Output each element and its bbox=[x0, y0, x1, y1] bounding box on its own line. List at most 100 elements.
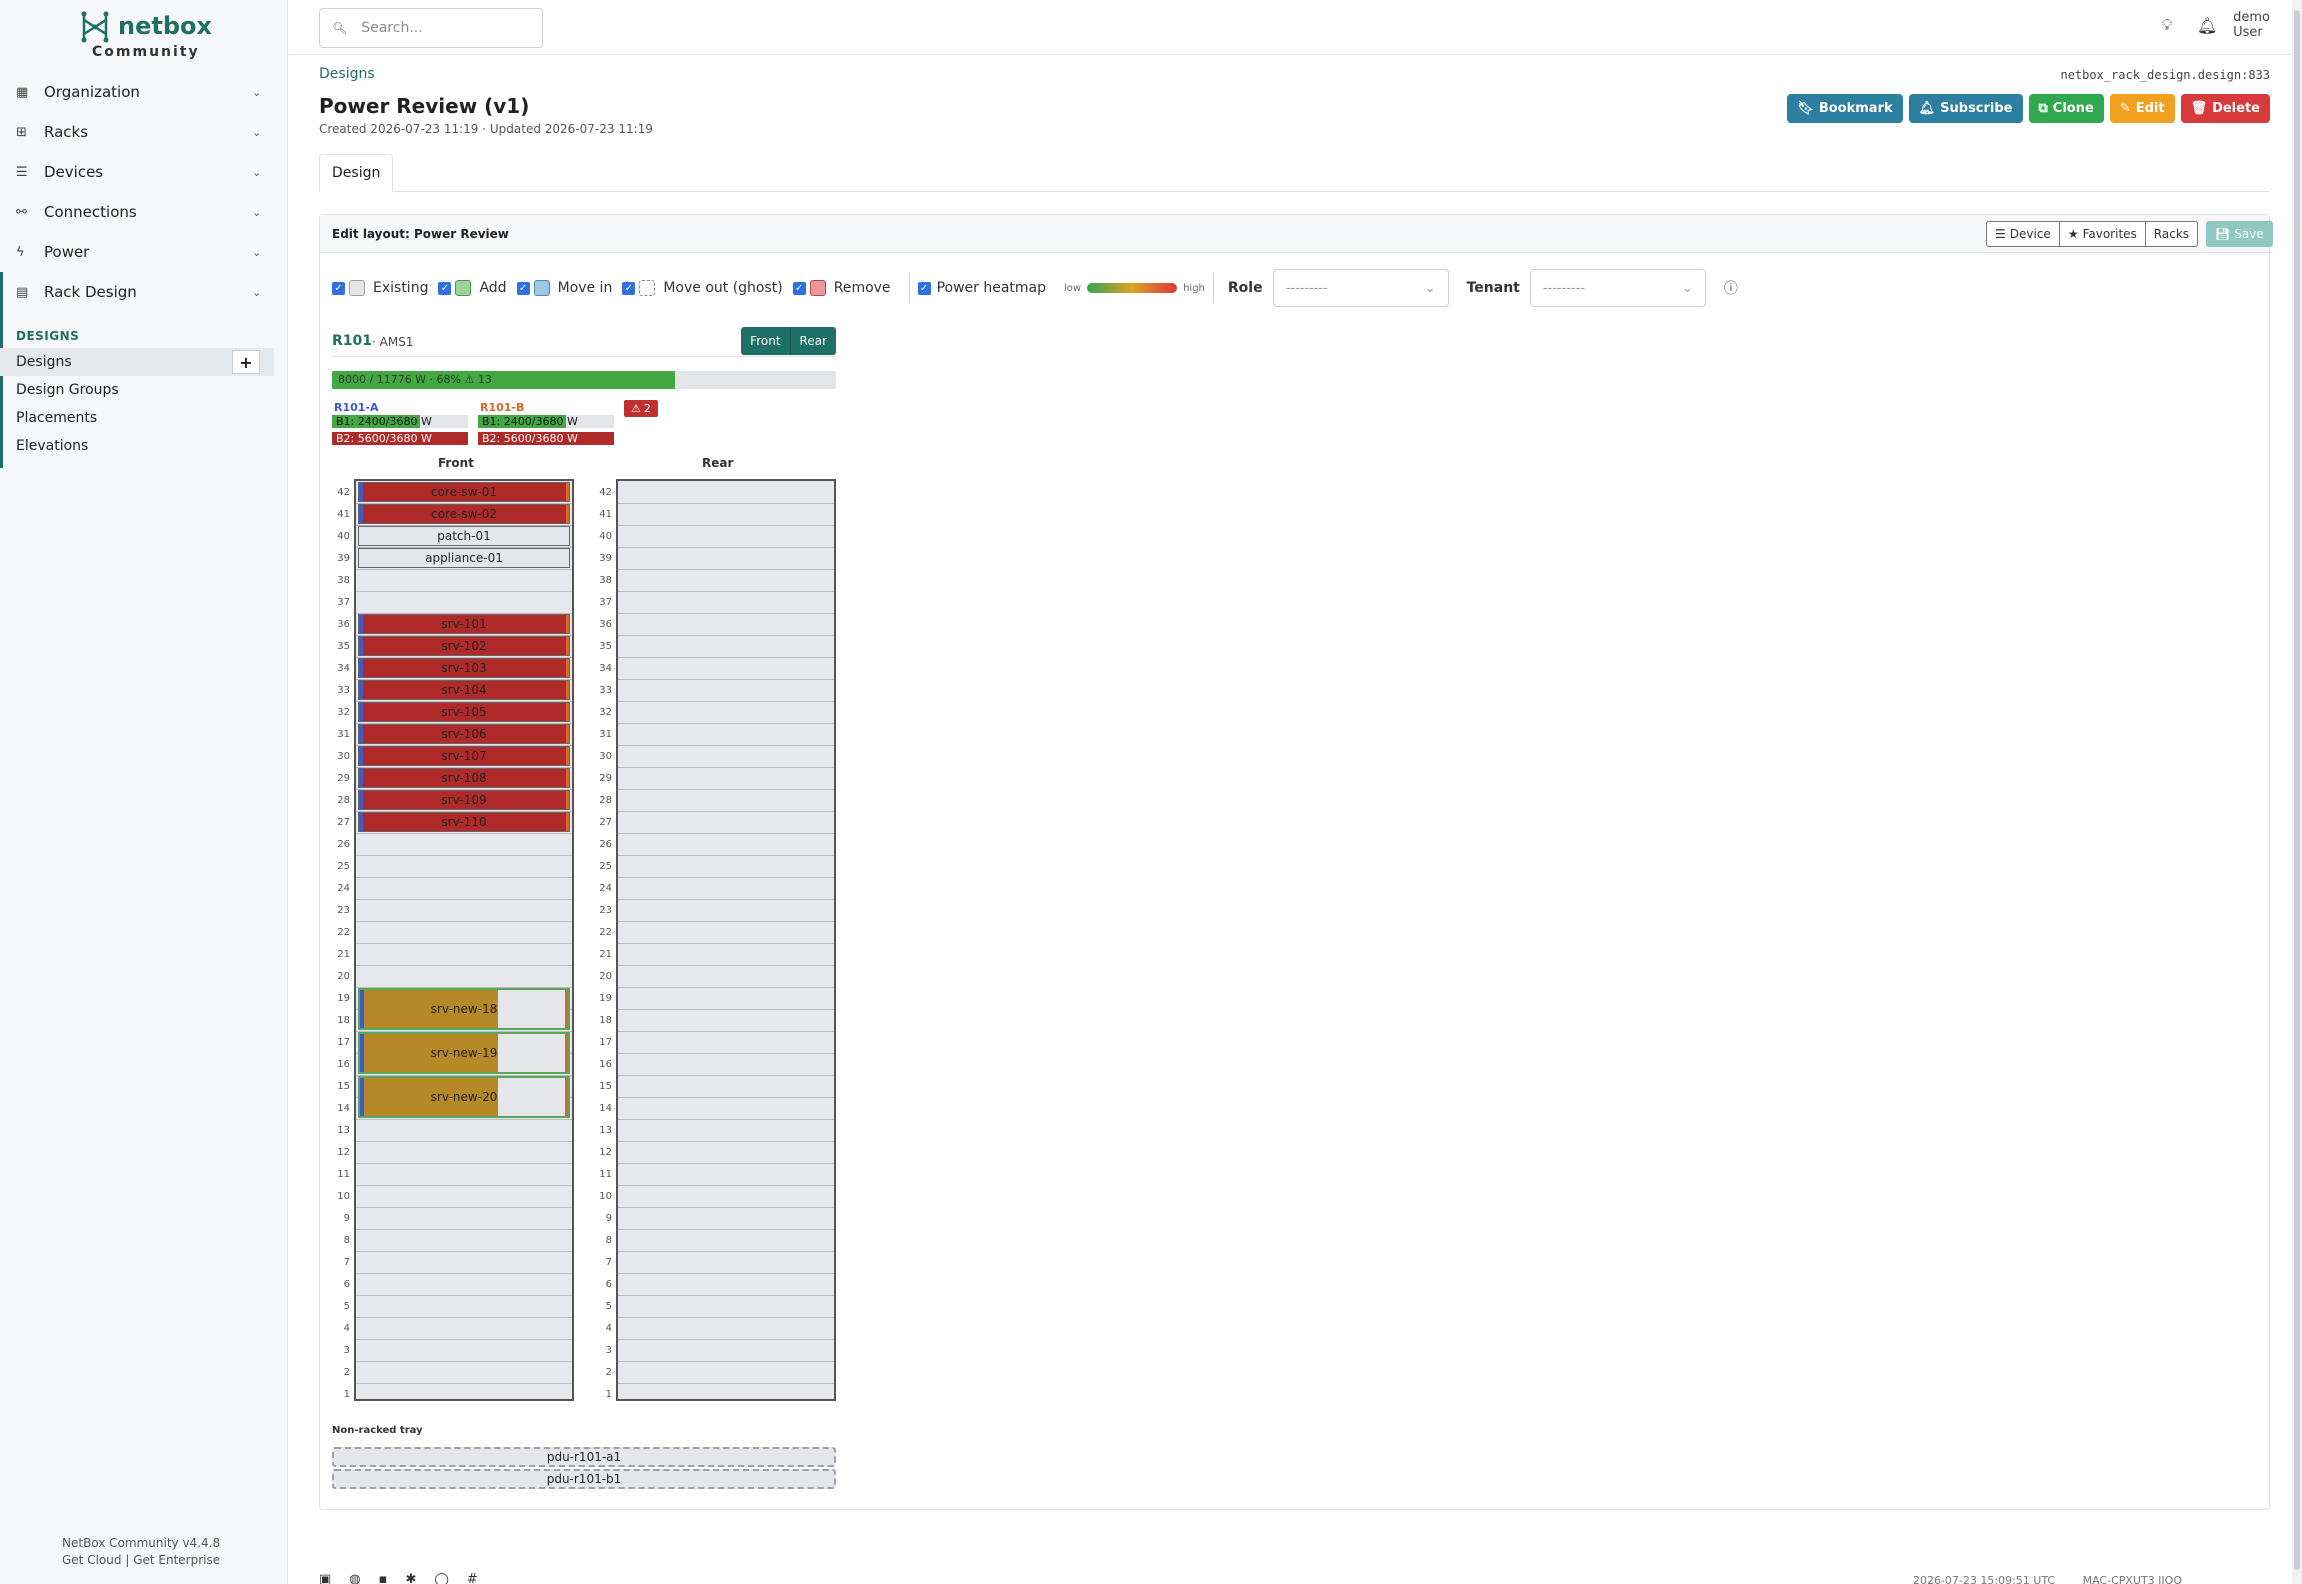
rack-device[interactable]: srv-110 bbox=[358, 812, 570, 832]
nav-section-rack-design[interactable]: ▤ Rack Design ⌄ bbox=[0, 272, 288, 312]
rack-device[interactable]: srv-106 bbox=[358, 724, 570, 744]
rear-face-button[interactable]: Rear bbox=[790, 327, 836, 355]
add-checkbox[interactable]: ✓ bbox=[438, 281, 452, 295]
card-header: Edit layout: Power Review ☰ Device ★ Favor… bbox=[320, 215, 2273, 253]
unit-number: 9 bbox=[343, 1213, 350, 1224]
object-actions: 🔖︎ Bookmark 🔔︎ Subscribe ⧉ Clone ✎ Edit 🗑︎ De… bbox=[1787, 94, 2270, 123]
feed-a-stripe bbox=[360, 1034, 364, 1072]
star-icon: ★ bbox=[2067, 227, 2079, 241]
rack-device[interactable]: srv-107 bbox=[358, 746, 570, 766]
docs-icon[interactable]: ▣ bbox=[319, 1572, 331, 1584]
nav-section-label: Racks bbox=[44, 123, 89, 141]
face-toggle: Front Rear bbox=[741, 327, 836, 355]
nav-section-organization[interactable]: ▦ Organization ⌄ bbox=[0, 72, 288, 112]
add-design-button[interactable]: + bbox=[232, 350, 260, 374]
power-warning-badge[interactable]: ⚠ 2 bbox=[624, 400, 658, 417]
tab-design[interactable]: Design bbox=[319, 154, 394, 192]
save-icon[interactable]: ▪ bbox=[379, 1572, 388, 1584]
rack-device[interactable]: appliance-01 bbox=[358, 548, 570, 568]
unit-divider bbox=[356, 1273, 572, 1274]
rack-rear-elevation[interactable] bbox=[616, 479, 836, 1401]
sidebar-item-label: Design Groups bbox=[16, 382, 119, 398]
front-face-button[interactable]: Front bbox=[741, 327, 791, 355]
rack-device[interactable]: srv-102 bbox=[358, 636, 570, 656]
tenant-select[interactable]: --------- ⌄ bbox=[1529, 269, 1706, 307]
delete-button[interactable]: 🗑︎ Delete bbox=[2180, 94, 2270, 123]
breadcrumb[interactable]: Designs bbox=[319, 66, 375, 82]
rack-device[interactable]: srv-108 bbox=[358, 768, 570, 788]
nav-section-power[interactable]: ϟ Power ⌄ bbox=[0, 232, 288, 272]
rack-device[interactable]: srv-105 bbox=[358, 702, 570, 722]
unit-divider bbox=[356, 899, 572, 900]
unit-number: 39 bbox=[337, 553, 350, 564]
sidebar: netbox Community ▦ Organization ⌄ ⊞ Rack… bbox=[0, 0, 288, 1584]
sidebar-item-label: Designs bbox=[16, 354, 72, 370]
unit-number: 38 bbox=[337, 575, 350, 586]
rack-header: R101 · AMS1 Front Rear bbox=[332, 327, 836, 357]
unit-number: 29 bbox=[337, 773, 350, 784]
lightbulb-icon[interactable]: 💡︎ bbox=[2147, 15, 2187, 35]
clone-button[interactable]: ⧉ Clone bbox=[2028, 94, 2104, 123]
rack-device[interactable]: srv-new-20 bbox=[358, 1076, 570, 1118]
netbox-logo[interactable]: netbox Community bbox=[78, 10, 218, 62]
get-cloud-link[interactable]: Get Cloud bbox=[62, 1553, 121, 1567]
move-in-checkbox[interactable]: ✓ bbox=[516, 281, 530, 295]
unit-number: 28 bbox=[337, 795, 350, 806]
nav-section-racks[interactable]: ⊞ Racks ⌄ bbox=[0, 112, 288, 152]
rack-front-elevation[interactable]: core-sw-01 core-sw-02 patch-01 appliance-01… bbox=[354, 479, 574, 1401]
subscribe-button[interactable]: 🔔︎ Subscribe bbox=[1908, 94, 2023, 123]
existing-checkbox[interactable]: ✓ bbox=[332, 281, 345, 295]
feed-b-stripe bbox=[566, 483, 569, 501]
user-menu[interactable]: demo User bbox=[2233, 10, 2270, 40]
rack-device[interactable]: srv-104 bbox=[358, 680, 570, 700]
rack-name[interactable]: R101 bbox=[332, 333, 372, 349]
unit-number: 8 bbox=[605, 1235, 612, 1246]
sidebar-item-designs[interactable]: Designs + bbox=[0, 348, 274, 376]
page-scrollbar[interactable] bbox=[2292, 0, 2302, 1584]
info-icon[interactable]: ⓘ bbox=[1724, 278, 1738, 298]
settings-icon[interactable]: ✱ bbox=[405, 1572, 416, 1584]
nav-section-connections[interactable]: ⚯ Connections ⌄ bbox=[0, 192, 288, 232]
footer-version: NetBox Community v4.4.8 bbox=[62, 1536, 221, 1550]
bell-icon[interactable]: 🔔︎ bbox=[2187, 16, 2227, 35]
rack-device[interactable]: core-sw-01 bbox=[358, 482, 570, 502]
slack-icon[interactable]: # bbox=[467, 1572, 478, 1584]
save-button[interactable]: 💾︎ Save bbox=[2206, 221, 2273, 247]
bookmark-button[interactable]: 🔖︎ Bookmark bbox=[1787, 94, 1903, 123]
device-palette-button[interactable]: ☰ Device bbox=[1986, 221, 2060, 247]
rack-device[interactable]: srv-new-18 bbox=[358, 988, 570, 1030]
move-out-checkbox[interactable]: ✓ bbox=[622, 281, 636, 295]
sidebar-item-label: Elevations bbox=[16, 438, 89, 454]
nav-section-devices[interactable]: ☰ Devices ⌄ bbox=[0, 152, 288, 192]
sidebar-item-placements[interactable]: Placements bbox=[0, 404, 274, 432]
search-input[interactable]: 🔍︎ Search... bbox=[319, 8, 543, 48]
footer-separator: | bbox=[125, 1553, 130, 1567]
unit-number: 34 bbox=[337, 663, 350, 674]
rack-device[interactable]: patch-01 bbox=[358, 526, 570, 546]
get-enterprise-link[interactable]: Get Enterprise bbox=[133, 1553, 220, 1567]
unit-divider bbox=[618, 1009, 834, 1010]
add-swatch bbox=[455, 280, 472, 296]
sidebar-item-elevations[interactable]: Elevations bbox=[0, 432, 274, 460]
remove-checkbox[interactable]: ✓ bbox=[792, 281, 806, 295]
scrollbar-thumb[interactable] bbox=[2294, 10, 2300, 1570]
globe-icon[interactable]: ◍ bbox=[349, 1572, 360, 1584]
racks-palette-button[interactable]: Racks bbox=[2145, 221, 2199, 247]
rack-device[interactable]: srv-new-19 bbox=[358, 1032, 570, 1074]
unit-number: 11 bbox=[599, 1169, 612, 1180]
github-icon[interactable]: ◯ bbox=[434, 1572, 449, 1584]
racks-icon: ⊞ bbox=[16, 124, 27, 140]
rack-device[interactable]: srv-101 bbox=[358, 614, 570, 634]
feed-b-stripe bbox=[565, 1034, 568, 1072]
rack-device[interactable]: srv-103 bbox=[358, 658, 570, 678]
role-select[interactable]: --------- ⌄ bbox=[1272, 269, 1449, 307]
favorites-palette-button[interactable]: ★ Favorites bbox=[2059, 221, 2146, 247]
edit-button[interactable]: ✎ Edit bbox=[2109, 94, 2175, 123]
power-heatmap-checkbox[interactable]: ✓ bbox=[917, 281, 931, 295]
rack-device[interactable]: core-sw-02 bbox=[358, 504, 570, 524]
tray-item[interactable]: pdu-r101-b1 bbox=[332, 1469, 836, 1489]
tray-item[interactable]: pdu-r101-a1 bbox=[332, 1447, 836, 1467]
rack-device[interactable]: srv-109 bbox=[358, 790, 570, 810]
sidebar-item-design-groups[interactable]: Design Groups bbox=[0, 376, 274, 404]
unit-divider bbox=[618, 701, 834, 702]
